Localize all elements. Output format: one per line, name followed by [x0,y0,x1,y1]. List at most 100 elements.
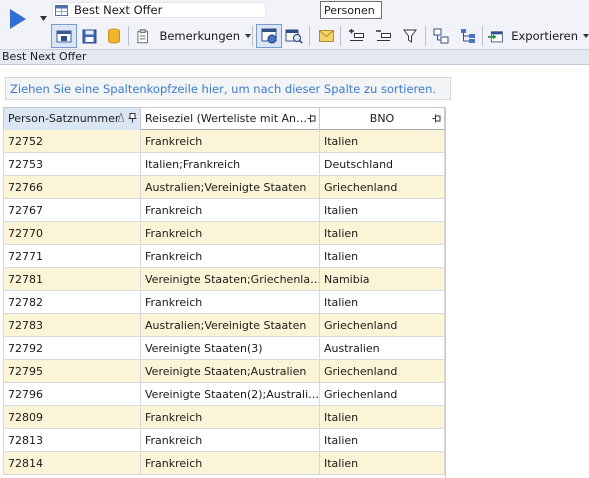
person-satznummer-cell[interactable]: 72809 [3,406,141,428]
database-button[interactable] [104,24,124,48]
mail-button[interactable] [315,24,337,48]
database-icon [108,28,120,44]
person-satznummer-cell[interactable]: 72753 [3,153,141,175]
column-header-label: Reiseziel (Werteliste mit An… [145,112,308,125]
exportieren-label: Exportieren [511,29,578,43]
reiseziel-cell[interactable]: Australien;Vereinigte Staaten [141,314,320,336]
table-row[interactable]: 72795 Vereinigte Staaten;Australien Griech… [3,360,445,383]
table-row[interactable]: 72792 Vereinigte Staaten(3) Australien [3,337,445,360]
person-satznummer-cell[interactable]: 72783 [3,314,141,336]
sort-ascending-icon [118,113,124,122]
lock-table-icon [56,30,72,43]
reiseziel-cell[interactable]: Vereinigte Staaten(2);Australi… [141,383,320,405]
table-row[interactable]: 72767 Frankreich Italien [3,199,445,222]
person-satznummer-cell[interactable]: 72792 [3,337,141,359]
groupby-drop-zone[interactable]: Ziehen Sie eine Spaltenkopfzeile hier, u… [5,77,451,100]
person-satznummer-cell[interactable]: 72796 [3,383,141,405]
remove-row-button[interactable] [372,24,394,48]
save-button[interactable] [79,24,99,48]
reiseziel-cell[interactable]: Italien;Frankreich [141,153,320,175]
bno-cell[interactable]: Griechenland [320,176,445,198]
bno-cell[interactable]: Italien [320,291,445,313]
person-satznummer-cell[interactable]: 72752 [3,130,141,152]
mail-icon [318,30,334,42]
bno-cell[interactable]: Griechenland [320,360,445,382]
table-row[interactable]: 72770 Frankreich Italien [3,222,445,245]
pin-icon[interactable] [432,114,441,124]
notes-icon [137,28,149,43]
bno-cell[interactable]: Italien [320,199,445,221]
table-row[interactable]: 72814 Frankreich Italien [3,452,445,475]
column-header-person-satznummer[interactable]: Person-Satznummer [3,108,141,130]
reiseziel-cell[interactable]: Frankreich [141,245,320,267]
table-row[interactable]: 72796 Vereinigte Staaten(2);Australi… Grie… [3,383,445,406]
reiseziel-cell[interactable]: Frankreich [141,291,320,313]
bno-cell[interactable]: Griechenland [320,314,445,336]
bemerkungen-label: Bemerkungen [159,29,240,43]
pin-icon[interactable] [307,114,316,124]
bno-cell[interactable]: Italien [320,222,445,244]
column-header-label: Person-Satznummer [8,112,120,125]
bno-cell[interactable]: Italien [320,245,445,267]
reiseziel-cell[interactable]: Frankreich [141,406,320,428]
reiseziel-cell[interactable]: Frankreich [141,199,320,221]
column-header-reiseziel[interactable]: Reiseziel (Werteliste mit An… [141,108,320,130]
bno-cell[interactable]: Deutschland [320,153,445,175]
hierarchy-button[interactable] [457,24,479,48]
save-icon [82,29,96,43]
panel-title: Best Next Offer [0,50,589,65]
refresh-view-button[interactable] [283,24,305,48]
person-satznummer-cell[interactable]: 72767 [3,199,141,221]
grid-header: Person-Satznummer Reiseziel (Werteliste … [3,107,445,130]
bno-cell[interactable]: Italien [320,130,445,152]
reiseziel-cell[interactable]: Frankreich [141,130,320,152]
table-row[interactable]: 72813 Frankreich Italien [3,429,445,452]
person-satznummer-cell[interactable]: 72770 [3,222,141,244]
reiseziel-cell[interactable]: Frankreich [141,222,320,244]
person-satznummer-cell[interactable]: 72781 [3,268,141,290]
table-row[interactable]: 72781 Vereinigte Staaten;Griechenla… Namib… [3,268,445,291]
bno-cell[interactable]: Australien [320,337,445,359]
offer-combo[interactable]: Best Next Offer [52,2,266,18]
person-satznummer-cell[interactable]: 72813 [3,429,141,451]
reiseziel-cell[interactable]: Frankreich [141,452,320,474]
column-header-bno[interactable]: BNO [320,108,445,130]
person-satznummer-cell[interactable]: 72814 [3,452,141,474]
view-mode-button[interactable] [256,24,282,48]
table-row[interactable]: 72753 Italien;Frankreich Deutschland [3,153,445,176]
exportieren-button[interactable]: Exportieren [486,24,589,48]
run-dropdown-caret-icon[interactable] [40,16,47,21]
table-row[interactable]: 72809 Frankreich Italien [3,406,445,429]
person-satznummer-cell[interactable]: 72795 [3,360,141,382]
pin-icon[interactable] [128,113,137,123]
reiseziel-cell[interactable]: Australien;Vereinigte Staaten [141,176,320,198]
person-satznummer-cell[interactable]: 72766 [3,176,141,198]
table-row[interactable]: 72766 Australien;Vereinigte Staaten Griech… [3,176,445,199]
reiseziel-cell[interactable]: Vereinigte Staaten;Australien [141,360,320,382]
export-icon [488,31,503,43]
bno-cell[interactable]: Griechenland [320,383,445,405]
remove-row-icon [376,30,391,41]
group-button[interactable] [430,24,452,48]
filter-button[interactable] [399,24,421,48]
bemerkungen-button[interactable]: Bemerkungen [133,24,251,48]
table-row[interactable]: 72752 Frankreich Italien [3,130,445,153]
select-button[interactable] [51,24,77,48]
person-satznummer-cell[interactable]: 72782 [3,291,141,313]
grid-body: 72752 Frankreich Italien 72753 Italien;Frank… [3,130,445,475]
bno-cell[interactable]: Italien [320,429,445,451]
table-row[interactable]: 72771 Frankreich Italien [3,245,445,268]
add-row-button[interactable] [345,24,367,48]
bno-cell[interactable]: Namibia [320,268,445,290]
bno-cell[interactable]: Italien [320,452,445,474]
table-row[interactable]: 72783 Australien;Vereinigte Staaten Griech… [3,314,445,337]
group-icon [433,28,449,44]
reiseziel-cell[interactable]: Vereinigte Staaten;Griechenla… [141,268,320,290]
table-row[interactable]: 72782 Frankreich Italien [3,291,445,314]
reiseziel-cell[interactable]: Vereinigte Staaten(3) [141,337,320,359]
bno-cell[interactable]: Italien [320,406,445,428]
toolbar-separator [340,26,341,46]
person-satznummer-cell[interactable]: 72771 [3,245,141,267]
reiseziel-cell[interactable]: Frankreich [141,429,320,451]
toolbar-separator [252,26,253,46]
